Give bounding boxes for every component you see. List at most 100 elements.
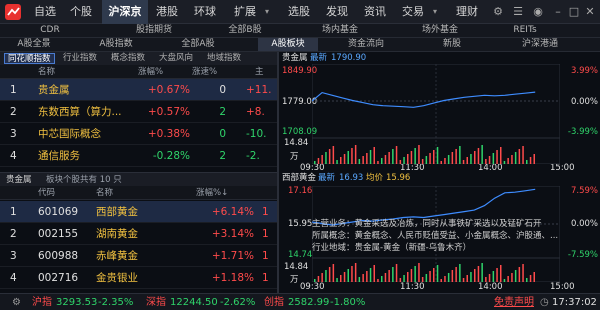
column-header-change[interactable]: 涨幅%↓ — [196, 186, 228, 200]
chart2-volume-bar — [533, 272, 535, 282]
chart2-avg-label: 均价 — [366, 173, 384, 183]
sector-change: +0.67% — [147, 84, 190, 96]
subtab-exchange-funds[interactable]: 场内基金 — [310, 24, 370, 37]
stock-code: 002155 — [38, 228, 79, 240]
chart1-volume-bar — [518, 149, 521, 164]
tab-concept-index[interactable]: 概念指数 — [108, 53, 148, 64]
maximize-icon[interactable]: □ — [566, 0, 582, 24]
sector-stocks-title-bar: 贵金属 板块个股共有 10 只 — [0, 172, 277, 186]
info-main-business: 主营业务：黄金采选及冶炼，同时从事铁矿采选以及锰矿石开 — [312, 219, 542, 229]
chart2-volume-bar — [440, 279, 442, 282]
nav-item-stock-picker[interactable]: 选股 — [282, 0, 316, 24]
table-row[interactable]: 2 东数西算（算力... +0.57% 2 +8. — [0, 101, 277, 123]
subtab-reits[interactable]: REITs — [500, 24, 550, 37]
sz-index-label[interactable]: 深指 — [146, 294, 166, 310]
tab-industry-index[interactable]: 行业指数 — [60, 53, 100, 64]
chart2-volume-bar — [529, 275, 532, 282]
disclaimer-link[interactable]: 免责声明 — [494, 294, 534, 310]
chart2-volume-bar — [518, 267, 521, 282]
table-row[interactable]: 3 600988 赤峰黄金 +1.71% 1 — [0, 245, 277, 267]
chevron-down-icon[interactable]: ▾ — [262, 0, 272, 24]
close-icon[interactable]: ✕ — [582, 0, 598, 24]
sector-table-header: 名称 涨幅% 涨速% 主 — [0, 65, 277, 79]
chart1-volume-bar — [440, 161, 442, 164]
sz-index-change: -2.62% — [220, 297, 256, 308]
sector-speed: 2 — [219, 150, 226, 162]
chart1-volume-bar — [436, 147, 439, 164]
chart2-volume-bar — [421, 277, 424, 282]
subtab-cdr[interactable]: CDR — [30, 24, 70, 37]
minimize-icon[interactable]: – — [550, 0, 566, 24]
column-header-code[interactable]: 代码 — [38, 186, 55, 200]
row-rank: 3 — [10, 250, 17, 262]
top-navigation-bar: 自选 个股 沪深京 港股 环球 扩展 ▾ 选股 发现 资讯 交易 ▾ 理财 ⚙ … — [0, 0, 600, 24]
nav-item-watchlist[interactable]: 自选 — [28, 0, 62, 24]
table-row[interactable]: 4 002716 金贵银业 +1.18% 1 — [0, 267, 277, 289]
subtab-index-futures[interactable]: 股指期货 — [124, 24, 184, 37]
info-industry-region: 行业地域：贵金属-黄金（新疆-乌鲁木齐） — [312, 243, 472, 253]
chart2-time-2: 14:00 — [478, 282, 503, 292]
column-header-name[interactable]: 名称 — [38, 65, 55, 79]
nav-item-hk[interactable]: 港股 — [150, 0, 184, 24]
column-header-speed[interactable]: 涨速% — [192, 65, 217, 79]
chart2-volume-bar — [381, 276, 383, 282]
chart1-volume-bar — [481, 145, 483, 164]
settings-icon[interactable]: ⚙ — [490, 0, 506, 24]
chart1-volume-bar — [433, 150, 435, 164]
tab-region-index[interactable]: 地域指数 — [204, 53, 244, 64]
column-header-name[interactable]: 名称 — [96, 186, 113, 200]
subtab-a-share-overview[interactable]: A股全景 — [8, 38, 60, 51]
row-rank: 3 — [10, 128, 17, 140]
table-row[interactable]: 1 601069 西部黄金 +6.14% 1 — [0, 201, 277, 223]
clock-icon: ◷ — [540, 297, 549, 308]
menu-icon[interactable]: ☰ — [510, 0, 526, 24]
subtab-a-share-sectors[interactable]: A股板块 — [258, 38, 318, 51]
subtab-all-a-shares[interactable]: 全部A股 — [172, 38, 224, 51]
nav-item-trade[interactable]: 交易 — [396, 0, 430, 24]
chart2-volume-bar — [488, 274, 491, 282]
subtab-otc-funds[interactable]: 场外基金 — [410, 24, 470, 37]
nav-item-news[interactable]: 资讯 — [358, 0, 392, 24]
stock-change: +1.71% — [211, 250, 254, 262]
subtab-fund-flow[interactable]: 资金流向 — [340, 38, 392, 51]
table-row[interactable]: 1 贵金属 +0.67% 0 +11. — [0, 79, 277, 101]
column-header-extra[interactable]: 主 — [255, 65, 264, 79]
subtab-b-shares[interactable]: 全部B股 — [220, 24, 270, 37]
tab-ths-index[interactable]: 同花顺指数 — [4, 53, 55, 64]
nav-item-global[interactable]: 环球 — [188, 0, 222, 24]
table-row[interactable]: 4 通信服务 -0.28% 2 -2. — [0, 145, 277, 167]
chart1-time-2: 14:00 — [478, 163, 503, 173]
tab-market-wind[interactable]: 大盘风向 — [156, 53, 196, 64]
nav-item-wealth[interactable]: 理财 — [450, 0, 484, 24]
pane-divider[interactable] — [277, 52, 279, 293]
subtab-a-share-index[interactable]: A股指数 — [90, 38, 142, 51]
settings-icon[interactable]: ⚙ — [12, 294, 21, 310]
chart1-volume-bar — [444, 158, 446, 164]
table-row[interactable]: 3 中芯国际概念 +0.38% 0 -10. — [0, 123, 277, 145]
nav-item-shanghai-shenzhen[interactable]: 沪深京 — [102, 0, 148, 24]
chevron-down-icon[interactable]: ▾ — [430, 0, 440, 24]
subtab-new-shares[interactable]: 新股 — [432, 38, 472, 51]
subtab-connect[interactable]: 沪深港通 — [510, 38, 570, 51]
nav-item-stocks[interactable]: 个股 — [64, 0, 98, 24]
user-icon[interactable]: ◉ — [530, 0, 546, 24]
sh-index-label[interactable]: 沪指 — [32, 294, 52, 310]
stock-name: 湖南黄金 — [96, 228, 138, 240]
sector-name: 东数西算（算力... — [38, 106, 122, 118]
chart1-volume-bar — [451, 152, 454, 164]
nav-item-discover[interactable]: 发现 — [320, 0, 354, 24]
column-header-change[interactable]: 涨幅% — [138, 65, 163, 79]
chart1-plot[interactable] — [312, 64, 560, 164]
chart1-volume-bar — [503, 161, 506, 164]
stock-code: 002716 — [38, 272, 79, 284]
nav-item-extend[interactable]: 扩展 — [228, 0, 262, 24]
sector-speed: 2 — [219, 106, 226, 118]
chart1-volume-bar — [492, 153, 495, 164]
chart1-volume-bar — [384, 155, 387, 164]
row-rank: 4 — [10, 150, 17, 162]
chart1-pct-high: 3.99% — [570, 66, 598, 76]
cy-index-label[interactable]: 创指 — [264, 294, 284, 310]
chart2-volume-bar — [354, 263, 357, 282]
table-row[interactable]: 2 002155 湖南黄金 +3.14% 1 — [0, 223, 277, 245]
chart1-volume-bar — [459, 146, 461, 164]
